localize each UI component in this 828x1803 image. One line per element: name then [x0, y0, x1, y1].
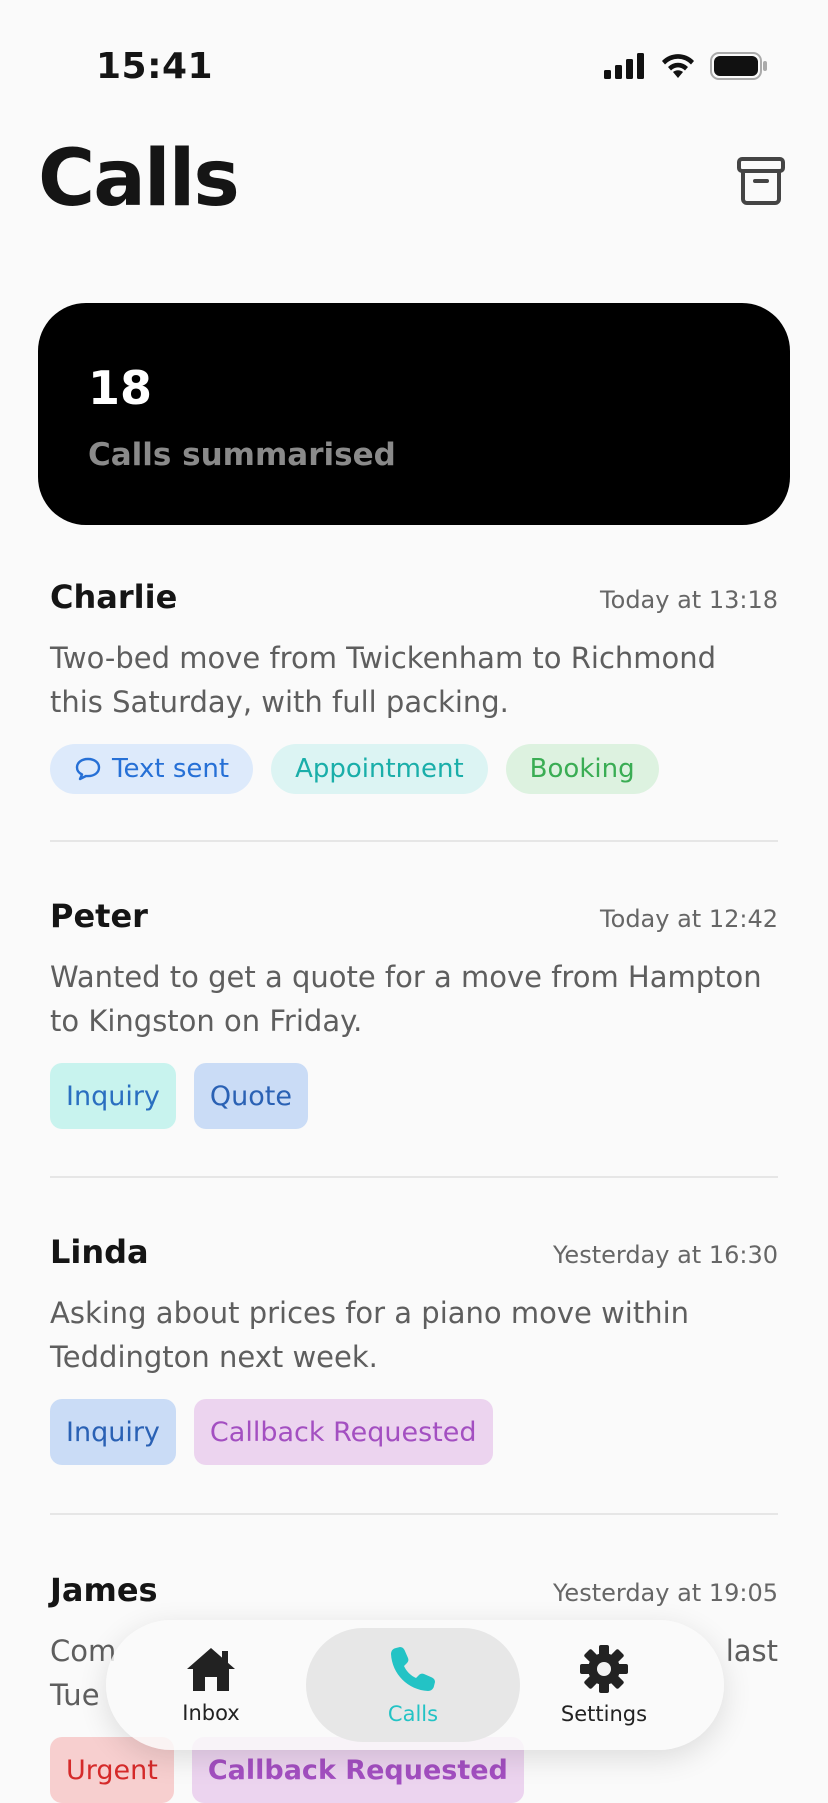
wifi-icon — [662, 54, 694, 78]
tab-label: Inbox — [182, 1701, 240, 1725]
summary-count: 18 — [88, 361, 153, 415]
status-bar: 15:41 — [0, 0, 828, 140]
tag-quote: Quote — [193, 1063, 309, 1129]
call-summary: Two-bed move from Twickenham to Richmond… — [50, 641, 717, 719]
tab-settings[interactable]: Settings — [529, 1620, 679, 1750]
tab-calls[interactable]: Calls — [338, 1620, 488, 1750]
summary-card: 18 Calls summarised — [38, 303, 790, 525]
caller-name: James — [50, 1571, 158, 1609]
tag-text-sent: Text sent — [50, 744, 254, 794]
tag-label: Text sent — [112, 754, 230, 784]
tab-label: Settings — [560, 1702, 648, 1726]
call-summary: Asking about prices for a piano move wit… — [50, 1296, 690, 1374]
tag-list: Inquiry Quote — [50, 1063, 778, 1129]
tag-appointment: Appointment — [271, 744, 488, 794]
speech-bubble-icon — [75, 757, 101, 781]
call-item[interactable]: Charlie Today at 13:18 Two-bed move from… — [50, 578, 778, 794]
caller-name: Peter — [50, 897, 148, 935]
status-time: 15:41 — [96, 46, 214, 87]
archive-icon — [737, 157, 785, 205]
divider — [50, 1513, 778, 1515]
tab-bar: Inbox Calls Settings — [106, 1620, 724, 1750]
tag-list: Text sent Appointment Booking — [50, 744, 778, 794]
phone-icon — [391, 1647, 435, 1691]
summary-label: Calls summarised — [88, 437, 396, 473]
tab-inbox[interactable]: Inbox — [136, 1620, 286, 1750]
caller-name: Linda — [50, 1233, 149, 1271]
call-item[interactable]: Linda Yesterday at 16:30 Asking about pr… — [50, 1233, 778, 1465]
divider — [50, 1176, 778, 1178]
call-time: Yesterday at 19:05 — [552, 1579, 778, 1607]
gear-icon — [580, 1645, 628, 1693]
tag-list: Inquiry Callback Requested — [50, 1399, 778, 1465]
house-icon — [187, 1648, 235, 1691]
call-time: Yesterday at 16:30 — [552, 1241, 778, 1269]
call-item[interactable]: Peter Today at 12:42 Wanted to get a quo… — [50, 897, 778, 1129]
tag-inquiry: Inquiry — [50, 1399, 176, 1465]
call-summary-fragment: Tue — [50, 1678, 100, 1712]
call-time: Today at 13:18 — [600, 586, 778, 614]
battery-icon — [710, 52, 767, 80]
divider — [50, 840, 778, 842]
tab-label: Calls — [387, 1702, 439, 1726]
signal-icon — [604, 53, 644, 79]
tag-inquiry: Inquiry — [50, 1063, 176, 1129]
tag-callback-requested: Callback Requested — [193, 1399, 493, 1465]
tag-booking: Booking — [505, 744, 659, 794]
call-summary-fragment: last — [725, 1634, 778, 1668]
call-time: Today at 12:42 — [600, 905, 778, 933]
call-summary: Wanted to get a quote for a move from Ha… — [50, 960, 762, 1038]
call-summary-fragment: Com — [50, 1634, 117, 1668]
status-icons — [604, 52, 768, 80]
page-title: Calls — [38, 134, 240, 224]
caller-name: Charlie — [50, 578, 178, 616]
archive-button[interactable] — [736, 156, 786, 206]
